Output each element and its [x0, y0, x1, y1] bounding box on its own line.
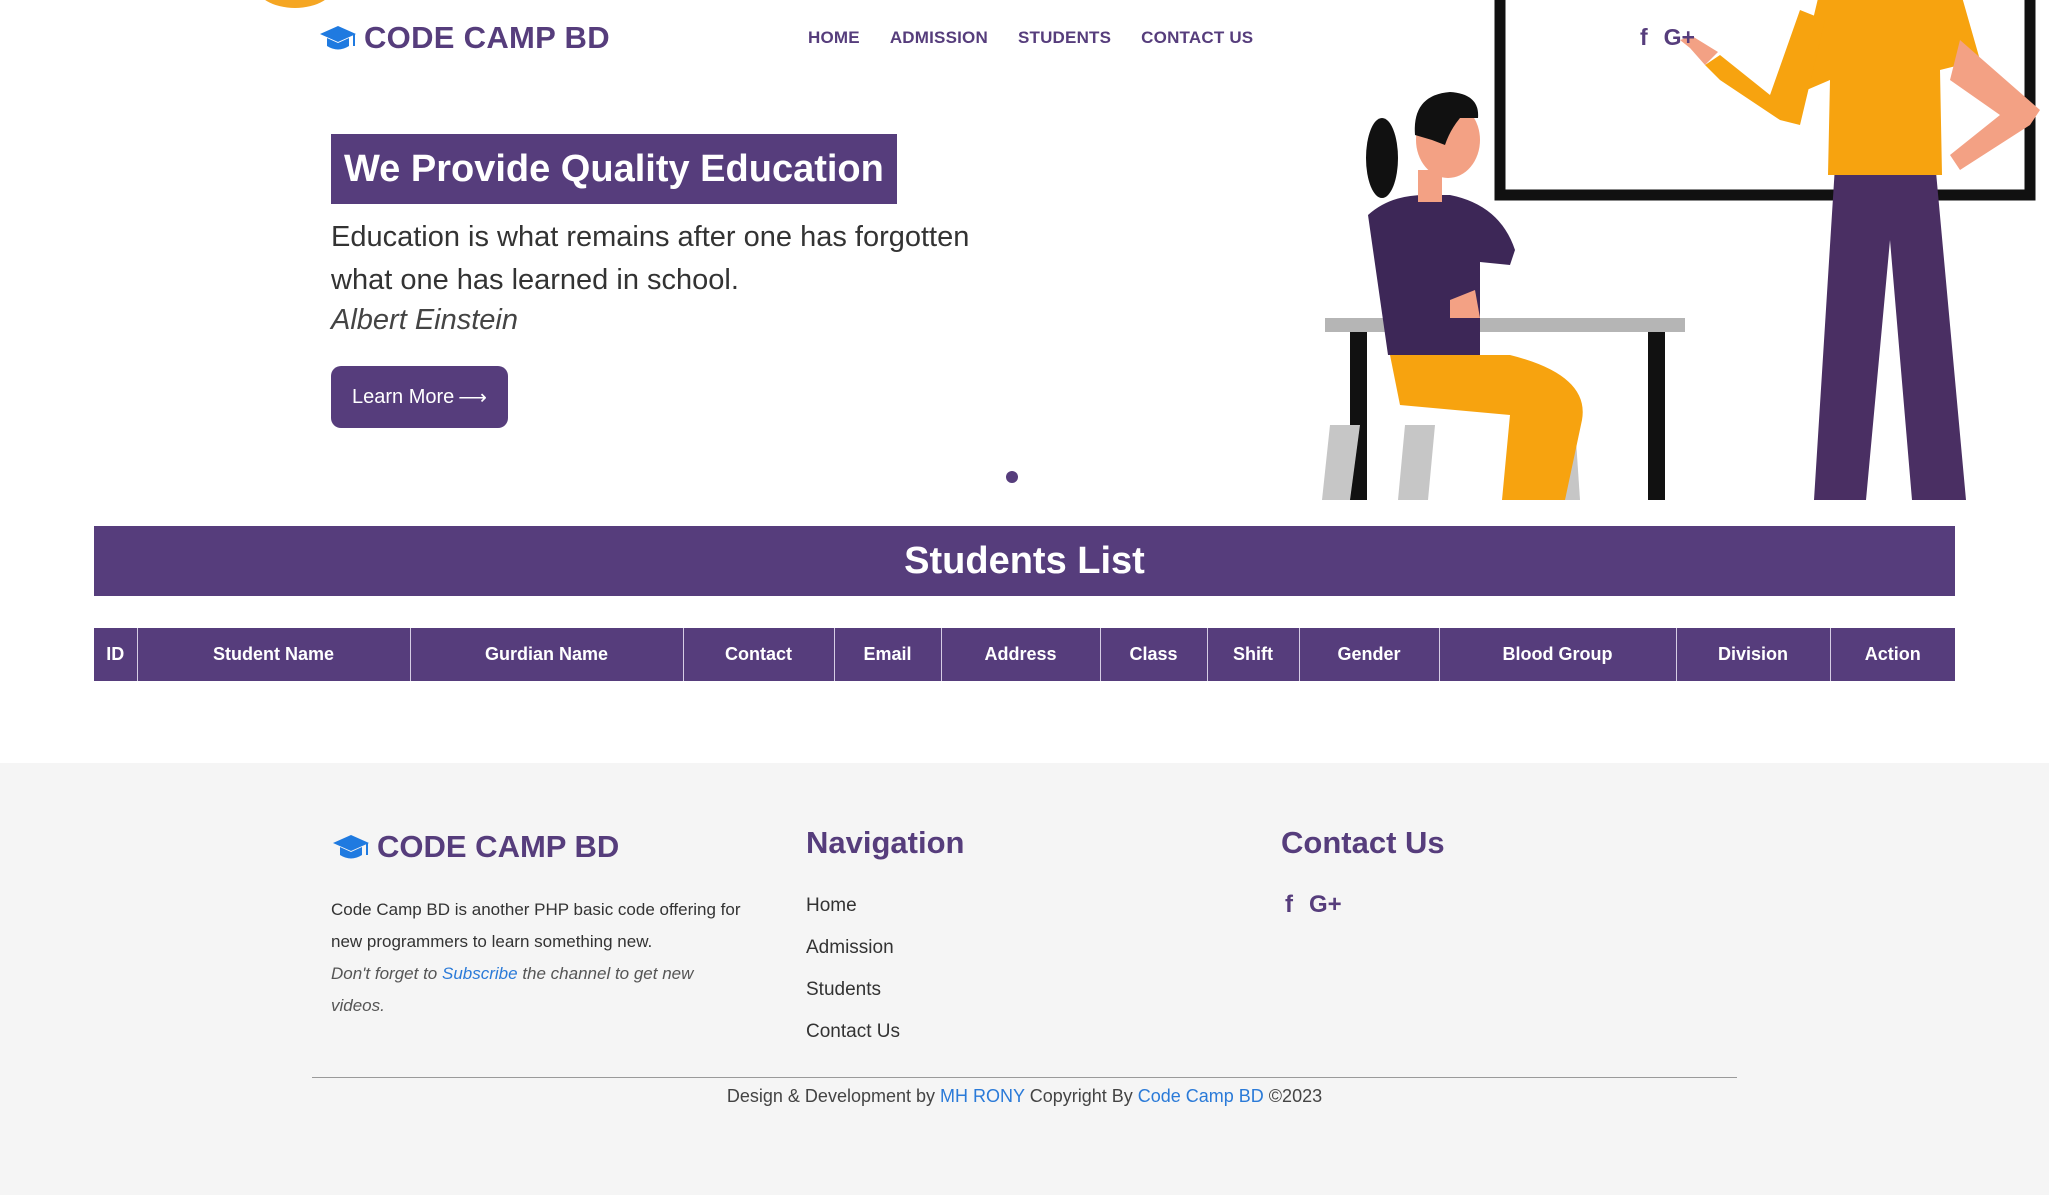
footer-divider [312, 1077, 1737, 1078]
col-gender: Gender [1299, 628, 1440, 681]
footer-logo[interactable]: CODE CAMP BD [331, 829, 619, 865]
list-item: Students [806, 969, 900, 1011]
classroom-illustration [1322, 0, 2040, 500]
hero-title: We Provide Quality Education [331, 134, 897, 204]
col-class: Class [1100, 628, 1208, 681]
col-blood-group: Blood Group [1439, 628, 1677, 681]
header-social-links: f G+ [1640, 24, 1695, 51]
google-plus-icon[interactable]: G+ [1664, 24, 1695, 51]
list-item: Admission [806, 927, 900, 969]
col-email: Email [834, 628, 942, 681]
footer-nav-admission[interactable]: Admission [806, 937, 894, 958]
brand-link[interactable]: Code Camp BD [1138, 1086, 1264, 1106]
col-student-name: Student Name [137, 628, 411, 681]
hero-quote-author: Albert Einstein [331, 304, 518, 336]
col-address: Address [941, 628, 1101, 681]
site-logo[interactable]: CODE CAMP BD [318, 20, 610, 56]
col-gurdian-name: Gurdian Name [410, 628, 684, 681]
footer-about-text: Code Camp BD is another PHP basic code o… [331, 900, 741, 951]
graduation-cap-icon [320, 26, 356, 50]
copyright-mid: Copyright By [1024, 1086, 1138, 1106]
footer-subscribe-note: Don't forget to Subscribe the channel to… [331, 958, 741, 1022]
brand-name: CODE CAMP BD [364, 20, 610, 55]
students-list-title: Students List [94, 526, 1955, 596]
nav-contact-us[interactable]: CONTACT US [1141, 28, 1253, 48]
students-table: ID Student Name Gurdian Name Contact Ema… [94, 628, 1955, 681]
nav-students[interactable]: STUDENTS [1018, 28, 1111, 48]
copyright-pre: Design & Development by [726, 1086, 940, 1106]
learn-more-button[interactable]: Learn More ⟶ [331, 366, 508, 428]
footer-about: Code Camp BD is another PHP basic code o… [331, 894, 741, 1022]
copyright-year: ©2023 [1263, 1086, 1323, 1106]
google-plus-icon[interactable]: G+ [1309, 891, 1342, 919]
footer-nav: Home Admission Students Contact Us [806, 885, 900, 1053]
footer-brand-name: CODE CAMP BD [377, 829, 620, 864]
carousel-indicator[interactable] [1006, 471, 1018, 483]
col-id: ID [94, 628, 138, 681]
col-action: Action [1830, 628, 1955, 681]
subscribe-note-pre: Don't forget to [331, 964, 442, 983]
footer-contact-title: Contact Us [1281, 825, 1445, 860]
footer-nav-home[interactable]: Home [806, 895, 857, 916]
arrow-right-icon: ⟶ [458, 386, 487, 409]
footer-copyright: Design & Development by MH RONY Copyrigh… [0, 1086, 2049, 1107]
subscribe-link[interactable]: Subscribe [442, 964, 518, 983]
hero-quote: Education is what remains after one has … [331, 221, 970, 296]
col-contact: Contact [683, 628, 835, 681]
decorative-blob [255, 0, 335, 8]
graduation-cap-icon [333, 835, 369, 859]
nav-admission[interactable]: ADMISSION [890, 28, 988, 48]
hero-section: CODE CAMP BD HOME ADMISSION STUDENTS CON… [0, 0, 2049, 500]
facebook-icon[interactable]: f [1640, 24, 1648, 51]
col-shift: Shift [1207, 628, 1300, 681]
footer-social-links: f G+ [1285, 891, 1342, 919]
main-nav: HOME ADMISSION STUDENTS CONTACT US [808, 28, 1253, 48]
learn-more-label: Learn More [352, 385, 455, 408]
footer-nav-title: Navigation [806, 825, 965, 860]
list-item: Home [806, 885, 900, 927]
footer-nav-students[interactable]: Students [806, 979, 881, 1000]
author-link[interactable]: MH RONY [940, 1086, 1025, 1106]
footer-nav-contact-us[interactable]: Contact Us [806, 1021, 900, 1042]
list-item: Contact Us [806, 1011, 900, 1053]
site-footer: CODE CAMP BD Code Camp BD is another PHP… [0, 763, 2049, 1195]
facebook-icon[interactable]: f [1285, 891, 1293, 919]
nav-home[interactable]: HOME [808, 28, 860, 48]
table-header-row: ID Student Name Gurdian Name Contact Ema… [94, 628, 1955, 681]
col-division: Division [1676, 628, 1831, 681]
